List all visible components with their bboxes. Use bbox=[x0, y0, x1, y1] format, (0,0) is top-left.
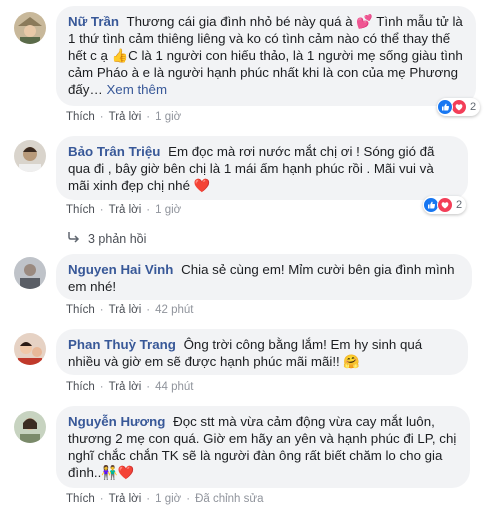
reply-button[interactable]: Trả lời bbox=[109, 204, 142, 216]
replies-count[interactable]: 3 phản hồi bbox=[88, 232, 146, 246]
reaction-count: 2 bbox=[456, 199, 463, 211]
timestamp[interactable]: 1 giờ bbox=[155, 493, 181, 505]
avatar[interactable] bbox=[14, 257, 46, 289]
view-replies-link[interactable]: 3 phản hồi bbox=[66, 231, 146, 246]
avatar[interactable] bbox=[14, 411, 46, 443]
comment-bubble: Bảo Trân Triệu Em đọc mà rơi nước mắt ch… bbox=[56, 136, 468, 200]
avatar[interactable] bbox=[14, 12, 46, 44]
reaction-summary[interactable]: 2 bbox=[423, 196, 467, 214]
reply-arrow-icon bbox=[66, 231, 80, 246]
comment-author[interactable]: Bảo Trân Triệu bbox=[68, 144, 160, 159]
see-more-link[interactable]: Xem thêm bbox=[106, 82, 167, 97]
comment-actions: Thích · Trả lời · 42 phút bbox=[66, 304, 194, 316]
comment-author[interactable]: Nguyen Hai Vinh bbox=[68, 262, 173, 277]
reaction-count: 2 bbox=[470, 101, 477, 113]
reaction-summary[interactable]: 2 bbox=[437, 98, 481, 116]
comment-author[interactable]: Phan Thuỳ Trang bbox=[68, 337, 176, 352]
reply-button[interactable]: Trả lời bbox=[109, 304, 142, 316]
comment-actions: Thích · Trả lời · 1 giờ bbox=[66, 111, 182, 123]
timestamp[interactable]: 44 phút bbox=[155, 381, 193, 393]
like-icon bbox=[437, 99, 453, 115]
like-button[interactable]: Thích bbox=[66, 381, 95, 393]
comment-actions: Thích · Trả lời · 1 giờ · Đã chỉnh sửa bbox=[66, 493, 264, 505]
avatar[interactable] bbox=[14, 140, 46, 172]
timestamp[interactable]: 42 phút bbox=[155, 304, 193, 316]
reply-button[interactable]: Trả lời bbox=[109, 111, 142, 123]
timestamp[interactable]: 1 giờ bbox=[155, 204, 181, 216]
timestamp[interactable]: 1 giờ bbox=[155, 111, 181, 123]
reply-button[interactable]: Trả lời bbox=[109, 493, 142, 505]
like-button[interactable]: Thích bbox=[66, 111, 95, 123]
love-icon bbox=[437, 197, 453, 213]
like-button[interactable]: Thích bbox=[66, 304, 95, 316]
love-icon bbox=[451, 99, 467, 115]
comment-bubble: Nguyen Hai Vinh Chia sẻ cùng em! Mỉm cườ… bbox=[56, 254, 472, 300]
comment-bubble: Phan Thuỳ Trang Ông trời công bằng lắm! … bbox=[56, 329, 468, 375]
comment-bubble: Nguyễn Hương Đọc stt mà vừa cảm động vừa… bbox=[56, 406, 470, 488]
comment-author[interactable]: Nữ Trần bbox=[68, 14, 119, 29]
edited-label[interactable]: Đã chỉnh sửa bbox=[195, 493, 263, 505]
comment-actions: Thích · Trả lời · 44 phút bbox=[66, 381, 194, 393]
reply-button[interactable]: Trả lời bbox=[109, 381, 142, 393]
comment-actions: Thích · Trả lời · 1 giờ bbox=[66, 204, 182, 216]
comment-bubble: Nữ Trần Thương cái gia đình nhỏ bé này q… bbox=[56, 6, 476, 106]
like-button[interactable]: Thích bbox=[66, 493, 95, 505]
like-button[interactable]: Thích bbox=[66, 204, 95, 216]
comment-author[interactable]: Nguyễn Hương bbox=[68, 414, 165, 429]
avatar[interactable] bbox=[14, 333, 46, 365]
